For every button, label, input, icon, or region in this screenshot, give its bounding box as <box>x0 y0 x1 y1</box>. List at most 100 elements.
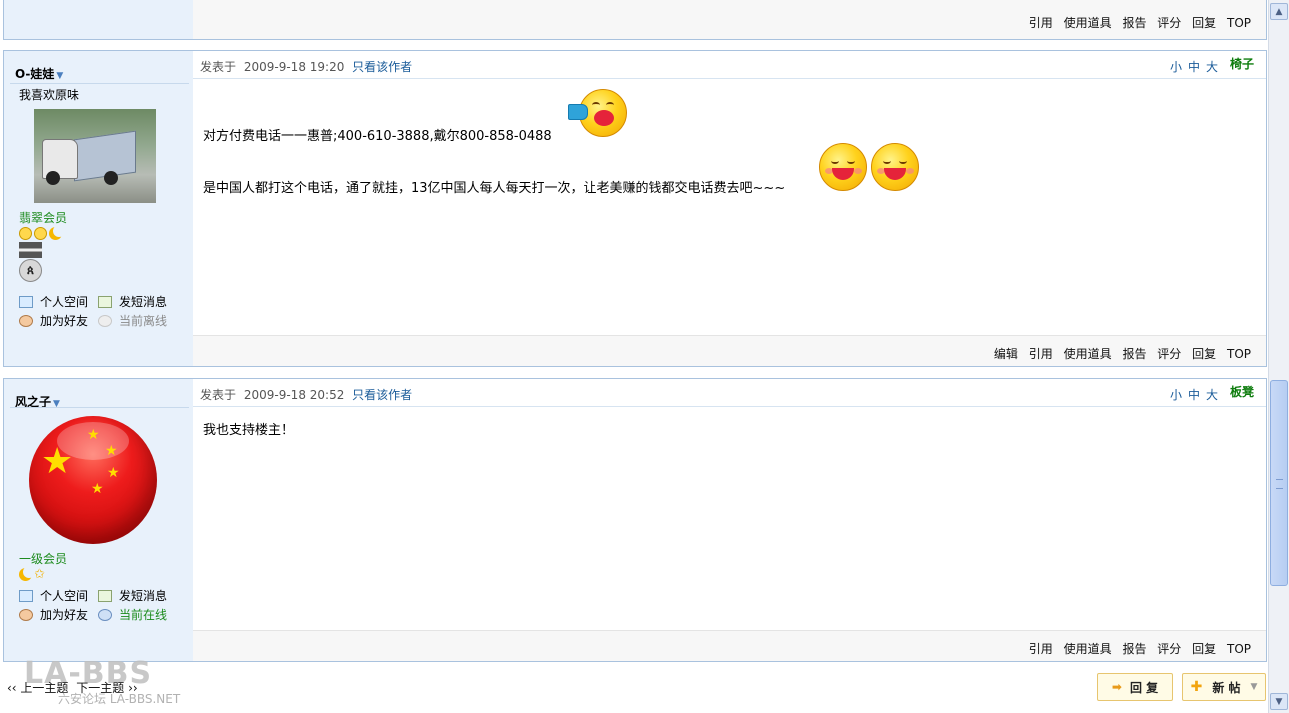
post-meta: 发表于 2009-9-18 20:52 只看该作者 <box>200 386 412 403</box>
post-line: 我也支持楼主！ <box>203 423 295 438</box>
scroll-down-button[interactable]: ▼ <box>1270 693 1288 710</box>
font-medium-link[interactable]: 中 <box>1188 60 1200 74</box>
star-icon: ★ <box>107 465 120 481</box>
quote-link[interactable]: 引用 <box>1029 642 1053 656</box>
post-line: 对方付费电话一一惠普;400-610-3888,戴尔800-858-0488 <box>203 129 552 144</box>
eye <box>831 158 839 164</box>
reply-button-label: 回 复 <box>1129 680 1159 695</box>
top-link[interactable]: TOP <box>1227 347 1251 361</box>
reply-link[interactable]: 回复 <box>1192 642 1216 656</box>
top-link[interactable]: TOP <box>1227 16 1251 30</box>
thread-page: 引用 使用道具 报告 评分 回复 TOP O-娃娃 ▼ 我喜欢原味 翡翠会员 ጰ… <box>0 0 1268 713</box>
tongue-emoji-icon <box>819 143 867 191</box>
user-links: 个人空间 发短消息 加为好友 当前离线 <box>19 292 177 330</box>
use-tools-link[interactable]: 使用道具 <box>1064 16 1112 30</box>
post-2-content: 发表于 2009-9-18 20:52 只看该作者 小中大 板凳 我也支持楼主！… <box>193 379 1266 661</box>
scroll-up-button[interactable]: ▲ <box>1270 3 1288 20</box>
scroll-thumb[interactable] <box>1270 380 1288 586</box>
moon-icon <box>19 566 35 581</box>
post-1: O-娃娃 ▼ 我喜欢原味 翡翠会员 ጰ 个人空间 发短消息 加为好友 当前离线 … <box>3 50 1267 367</box>
personal-space-link[interactable]: 个人空间 <box>19 293 98 310</box>
star-icon: ★ <box>91 481 104 497</box>
reply-link[interactable]: 回复 <box>1192 347 1216 361</box>
online-status: 当前在线 <box>98 606 177 623</box>
only-this-author-link[interactable]: 只看该作者 <box>352 60 412 74</box>
user-links: 个人空间 发短消息 加为好友 当前在线 <box>19 586 177 624</box>
only-this-author-link[interactable]: 只看该作者 <box>352 388 412 402</box>
send-message-label: 发短消息 <box>119 295 168 309</box>
mouth <box>832 168 854 180</box>
username[interactable]: O-娃娃 ▼ <box>15 65 63 82</box>
thread-nav: ‹‹ 上一主题 下一主题 ›› <box>7 679 138 696</box>
post-actions: 编辑 引用 使用道具 报告 评分 回复 TOP <box>987 345 1251 362</box>
rank-stars <box>19 225 65 240</box>
post-footer: 编辑 引用 使用道具 报告 评分 回复 TOP <box>193 335 1266 366</box>
font-large-link[interactable]: 大 <box>1206 60 1218 74</box>
megaphone-emoji-icon <box>568 89 627 137</box>
reply-link[interactable]: 回复 <box>1192 16 1216 30</box>
use-tools-link[interactable]: 使用道具 <box>1064 347 1112 361</box>
font-medium-link[interactable]: 中 <box>1188 388 1200 402</box>
font-small-link[interactable]: 小 <box>1170 60 1182 74</box>
quote-link[interactable]: 引用 <box>1029 16 1053 30</box>
previous-post-sidebar <box>4 0 193 39</box>
online-status-label: 当前在线 <box>119 608 168 622</box>
signature: 我喜欢原味 <box>19 88 80 102</box>
mail-icon <box>98 295 112 308</box>
mouth <box>594 110 614 126</box>
vertical-scrollbar[interactable]: ▲ ▼ <box>1268 0 1289 713</box>
font-small-link[interactable]: 小 <box>1170 388 1182 402</box>
quote-link[interactable]: 引用 <box>1029 347 1053 361</box>
avatar[interactable]: ★ ★ ★ ★ ★ <box>29 416 157 544</box>
add-friend-label: 加为好友 <box>40 314 89 328</box>
rank-stars: ✩ <box>19 566 47 582</box>
chevron-down-icon[interactable]: ▼ <box>1251 682 1258 692</box>
user-rank: 一级会员 <box>19 552 68 566</box>
prev-thread-link[interactable]: ‹‹ 上一主题 <box>7 681 68 695</box>
add-friend-link[interactable]: 加为好友 <box>19 606 98 623</box>
new-post-button[interactable]: ✚ 新 帖 ▼ <box>1182 673 1266 701</box>
reply-button[interactable]: ➡ 回 复 <box>1097 673 1173 701</box>
post-line: 是中国人都打这个电话，通了就挂，13亿中国人每人每天打一次，让老美赚的钱都交电话… <box>203 181 786 196</box>
posted-on-label: 发表于 <box>200 388 237 402</box>
top-link[interactable]: TOP <box>1227 642 1251 656</box>
medal-icon: ጰ <box>19 259 42 282</box>
floor-label: 椅子 <box>1229 57 1254 71</box>
report-link[interactable]: 报告 <box>1122 347 1146 361</box>
add-friend-icon <box>19 608 33 621</box>
arrow-right-icon: ➡ <box>1111 680 1122 694</box>
eye <box>847 158 855 164</box>
use-tools-link[interactable]: 使用道具 <box>1064 642 1112 656</box>
add-friend-icon <box>19 314 33 327</box>
post-2-sidebar: 风之子 ▼ ★ ★ ★ ★ ★ 一级会员 ✩ 个人空间 发短消息 加为好友 当前… <box>4 379 193 661</box>
post-timestamp: 2009-9-18 20:52 <box>243 388 345 402</box>
post-meta: 发表于 2009-9-18 19:20 只看该作者 <box>200 58 412 75</box>
username-text: O-娃娃 <box>15 67 55 81</box>
personal-space-link[interactable]: 个人空间 <box>19 587 98 604</box>
add-friend-label: 加为好友 <box>40 608 89 622</box>
send-message-link[interactable]: 发短消息 <box>98 587 177 604</box>
post-header: 发表于 2009-9-18 20:52 只看该作者 小中大 板凳 <box>193 379 1266 407</box>
grip-icon <box>1276 479 1283 489</box>
rate-link[interactable]: 评分 <box>1157 347 1181 361</box>
chevron-down-icon[interactable]: ▼ <box>56 71 63 81</box>
next-thread-link[interactable]: 下一主题 ›› <box>76 681 137 695</box>
home-icon <box>19 589 33 602</box>
blush <box>854 168 862 174</box>
font-large-link[interactable]: 大 <box>1206 388 1218 402</box>
report-link[interactable]: 报告 <box>1122 16 1146 30</box>
report-link[interactable]: 报告 <box>1122 642 1146 656</box>
avatar[interactable] <box>34 109 156 203</box>
floor-label: 板凳 <box>1229 385 1254 399</box>
star-icon: ✩ <box>34 567 45 582</box>
edit-link[interactable]: 编辑 <box>994 347 1018 361</box>
star-icon: ★ <box>41 441 74 482</box>
post-1-sidebar: O-娃娃 ▼ 我喜欢原味 翡翠会员 ጰ 个人空间 发短消息 加为好友 当前离线 <box>4 51 193 366</box>
rate-link[interactable]: 评分 <box>1157 642 1181 656</box>
add-friend-link[interactable]: 加为好友 <box>19 312 98 329</box>
offline-user-icon <box>98 314 112 327</box>
blush <box>906 168 914 174</box>
send-message-link[interactable]: 发短消息 <box>98 293 177 310</box>
rate-link[interactable]: 评分 <box>1157 16 1181 30</box>
user-rank: 翡翠会员 <box>19 211 68 225</box>
